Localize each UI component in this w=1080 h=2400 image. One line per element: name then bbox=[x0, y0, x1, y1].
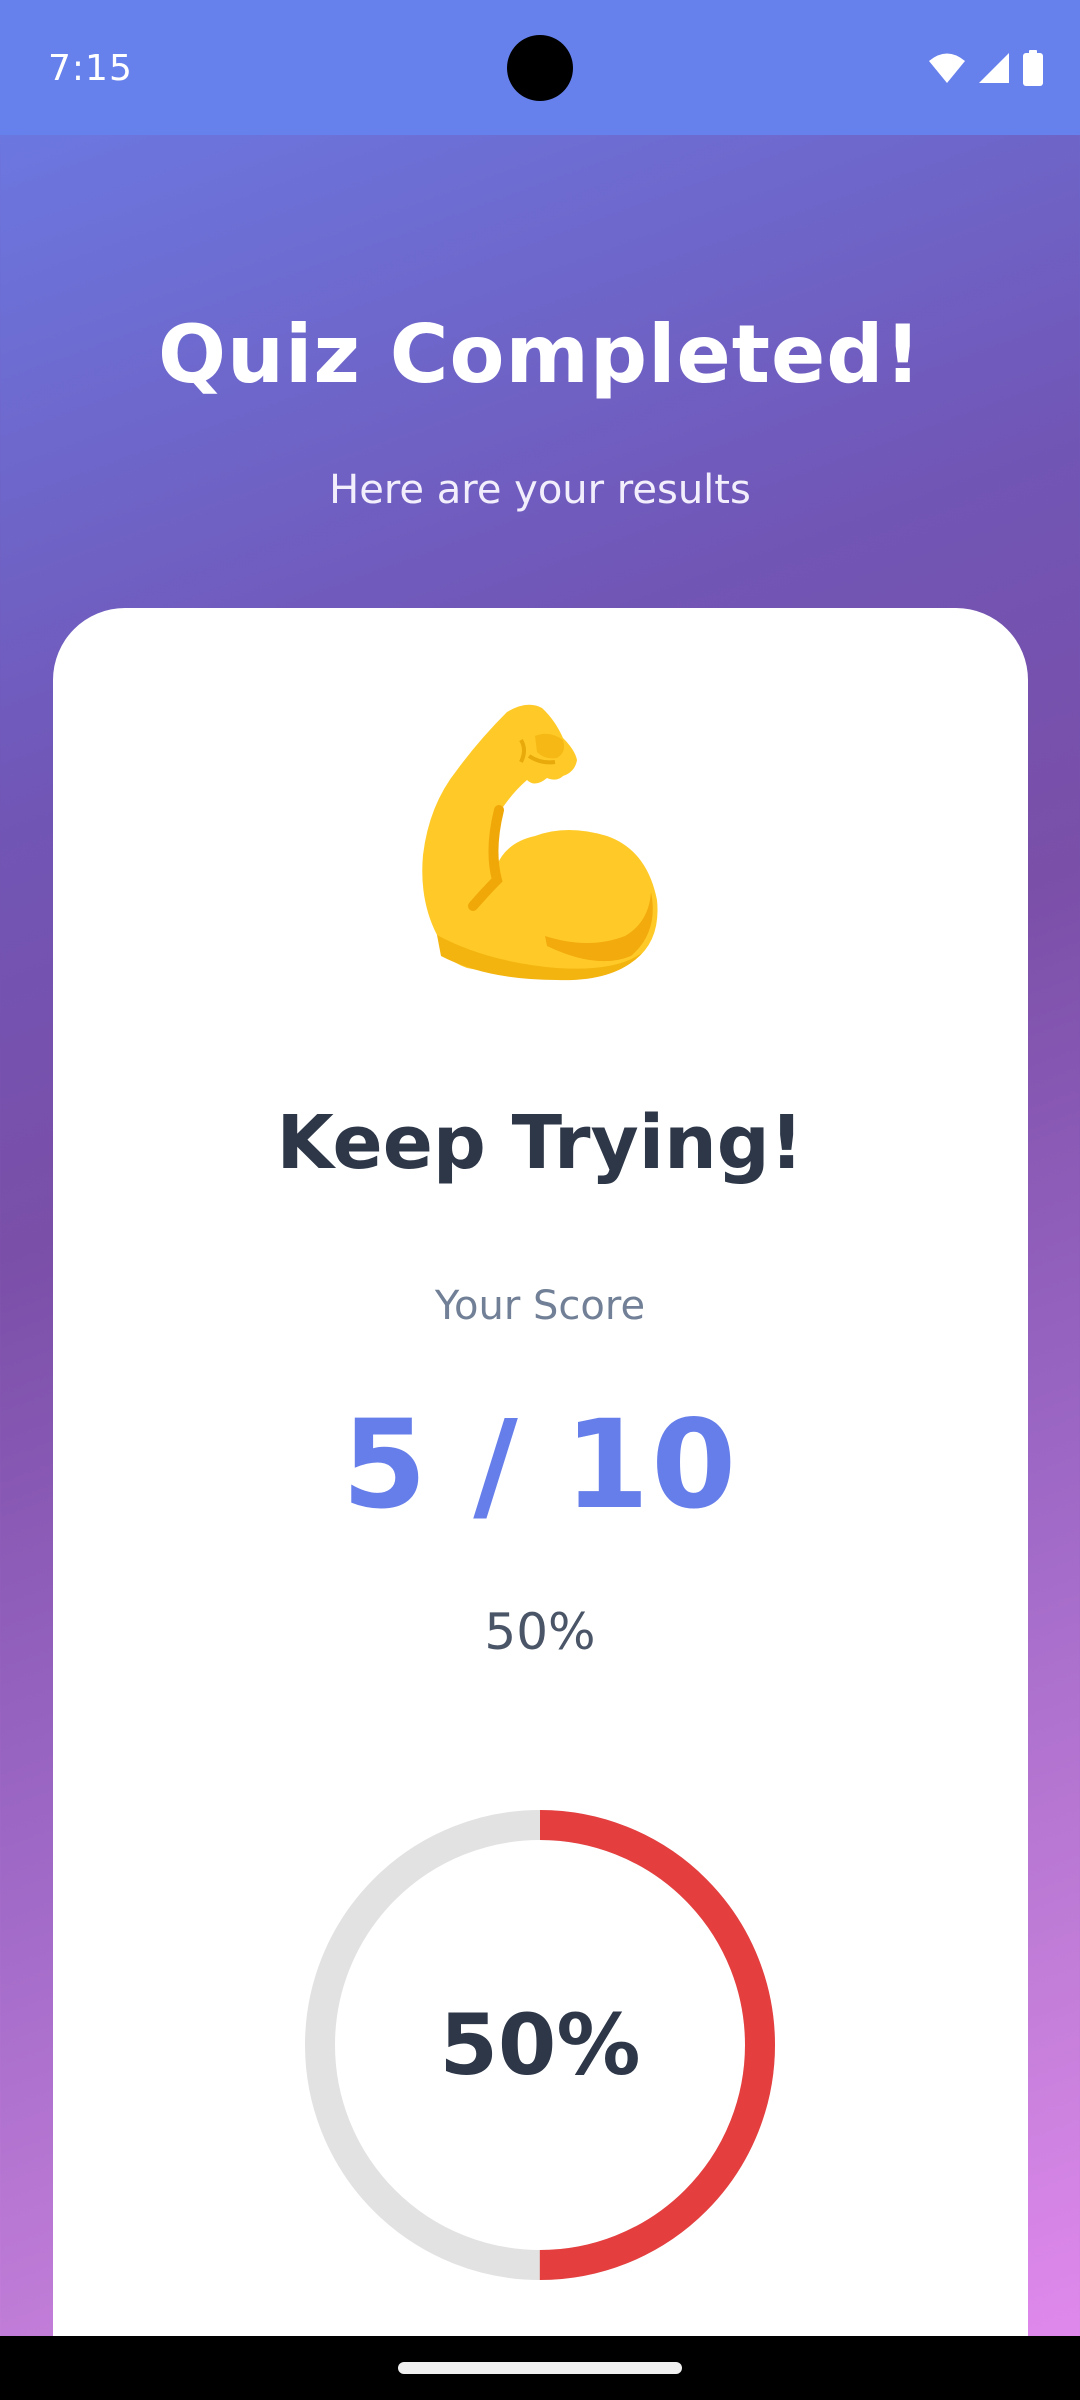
page-title: Quiz Completed! bbox=[157, 308, 923, 401]
wifi-icon bbox=[929, 53, 965, 83]
home-indicator[interactable] bbox=[398, 2362, 682, 2374]
page-subtitle: Here are your results bbox=[329, 467, 751, 513]
status-bar: 7:15 bbox=[0, 0, 1080, 135]
flexed-biceps-icon bbox=[417, 700, 663, 990]
progress-ring-label: 50% bbox=[439, 1996, 641, 2094]
score-value: 5 / 10 bbox=[341, 1394, 739, 1536]
score-label: Your Score bbox=[434, 1283, 646, 1329]
result-title: Keep Trying! bbox=[276, 1100, 804, 1186]
status-icons bbox=[928, 48, 1044, 88]
battery-icon bbox=[1023, 50, 1043, 86]
navigation-bar bbox=[0, 2336, 1080, 2400]
cellular-signal-icon bbox=[979, 53, 1009, 83]
status-time: 7:15 bbox=[48, 48, 133, 89]
camera-cutout bbox=[507, 35, 573, 101]
score-percent: 50% bbox=[484, 1603, 596, 1661]
